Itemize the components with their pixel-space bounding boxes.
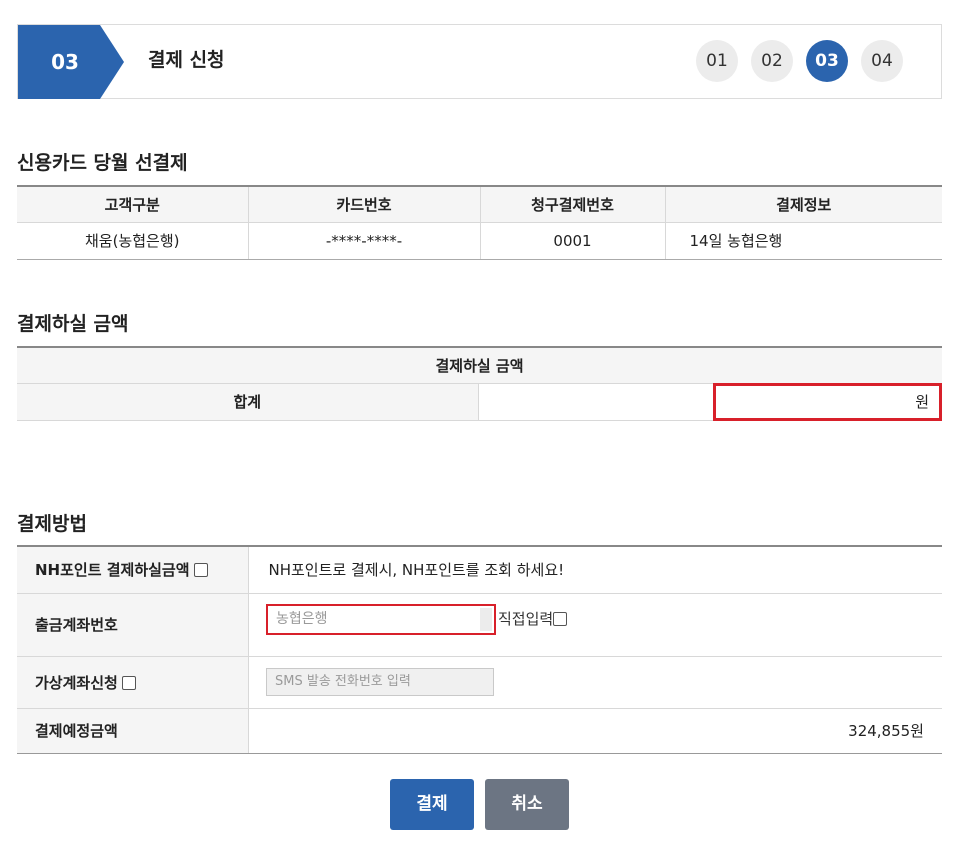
- card-number-cell: -****-****-: [247, 222, 480, 260]
- step-badge: 03: [18, 25, 124, 99]
- column-header: 카드번호: [247, 186, 480, 223]
- step-indicators: 01 02 03 04: [696, 40, 903, 82]
- nh-point-label-cell: NH포인트 결제하실금액: [17, 546, 249, 594]
- payment-info-cell: 14일 농협은행: [664, 222, 942, 260]
- table-header-row: 고객구분 카드번호 청구결제번호 결제정보: [17, 186, 942, 223]
- nh-point-note: NH포인트로 결제시, NH포인트를 조회 하세요!: [248, 546, 942, 594]
- step-indicator-03-active: 03: [806, 40, 848, 82]
- amount-section-title: 결제하실 금액: [17, 313, 129, 335]
- amount-unit: 원: [915, 393, 929, 411]
- direct-input-option[interactable]: 직접입력: [498, 608, 568, 629]
- card-section-title: 신용카드 당월 선결제: [17, 152, 188, 174]
- column-header: 결제정보: [664, 186, 942, 223]
- step-indicator-04: 04: [861, 40, 903, 82]
- step-number: 03: [51, 50, 79, 74]
- total-label: 합계: [17, 383, 479, 421]
- customer-type-cell: 채움(농협은행): [17, 222, 248, 260]
- step-indicator-02: 02: [751, 40, 793, 82]
- cancel-button[interactable]: 취소: [485, 779, 569, 830]
- card-info-table: 고객구분 카드번호 청구결제번호 결제정보 채움(농협은행) -****-***…: [17, 185, 942, 260]
- select-scroll-edge: [480, 608, 492, 631]
- nh-point-label: NH포인트 결제하실금액: [35, 561, 190, 580]
- amount-table-header: 결제하실 금액: [17, 347, 942, 384]
- withdrawal-account-select[interactable]: 농협은행: [266, 604, 496, 635]
- nh-point-checkbox[interactable]: [193, 563, 208, 578]
- table-row: 채움(농협은행) -****-****- 0001 14일 농협은행: [17, 222, 942, 260]
- virtual-account-label: 가상계좌신청: [35, 673, 118, 692]
- direct-input-checkbox[interactable]: [553, 612, 568, 626]
- column-header: 고객구분: [17, 186, 248, 223]
- direct-input-label: 직접입력: [498, 610, 554, 628]
- payment-method-table: NH포인트 결제하실금액 NH포인트로 결제시, NH포인트를 조회 하세요! …: [17, 545, 942, 754]
- virtual-account-checkbox[interactable]: [121, 675, 136, 690]
- scheduled-amount-label: 결제예정금액: [17, 708, 249, 754]
- method-section-title: 결제방법: [17, 513, 87, 535]
- step-header: 03 결제 신청 01 02 03 04: [17, 24, 942, 99]
- account-label: 출금계좌번호: [17, 593, 249, 657]
- pay-button[interactable]: 결제: [390, 779, 474, 830]
- billing-number-cell: 0001: [479, 222, 665, 260]
- total-amount-field: 원: [713, 383, 942, 421]
- virtual-account-label-cell: 가상계좌신청: [17, 656, 249, 709]
- account-placeholder: 농협은행: [276, 611, 328, 627]
- step-indicator-01: 01: [696, 40, 738, 82]
- scheduled-amount-value: 324,855원: [248, 708, 942, 754]
- column-header: 청구결제번호: [479, 186, 665, 223]
- step-title: 결제 신청: [148, 49, 225, 71]
- sms-placeholder: SMS 발송 전화번호 입력: [275, 674, 411, 689]
- sms-phone-input[interactable]: SMS 발송 전화번호 입력: [266, 668, 494, 696]
